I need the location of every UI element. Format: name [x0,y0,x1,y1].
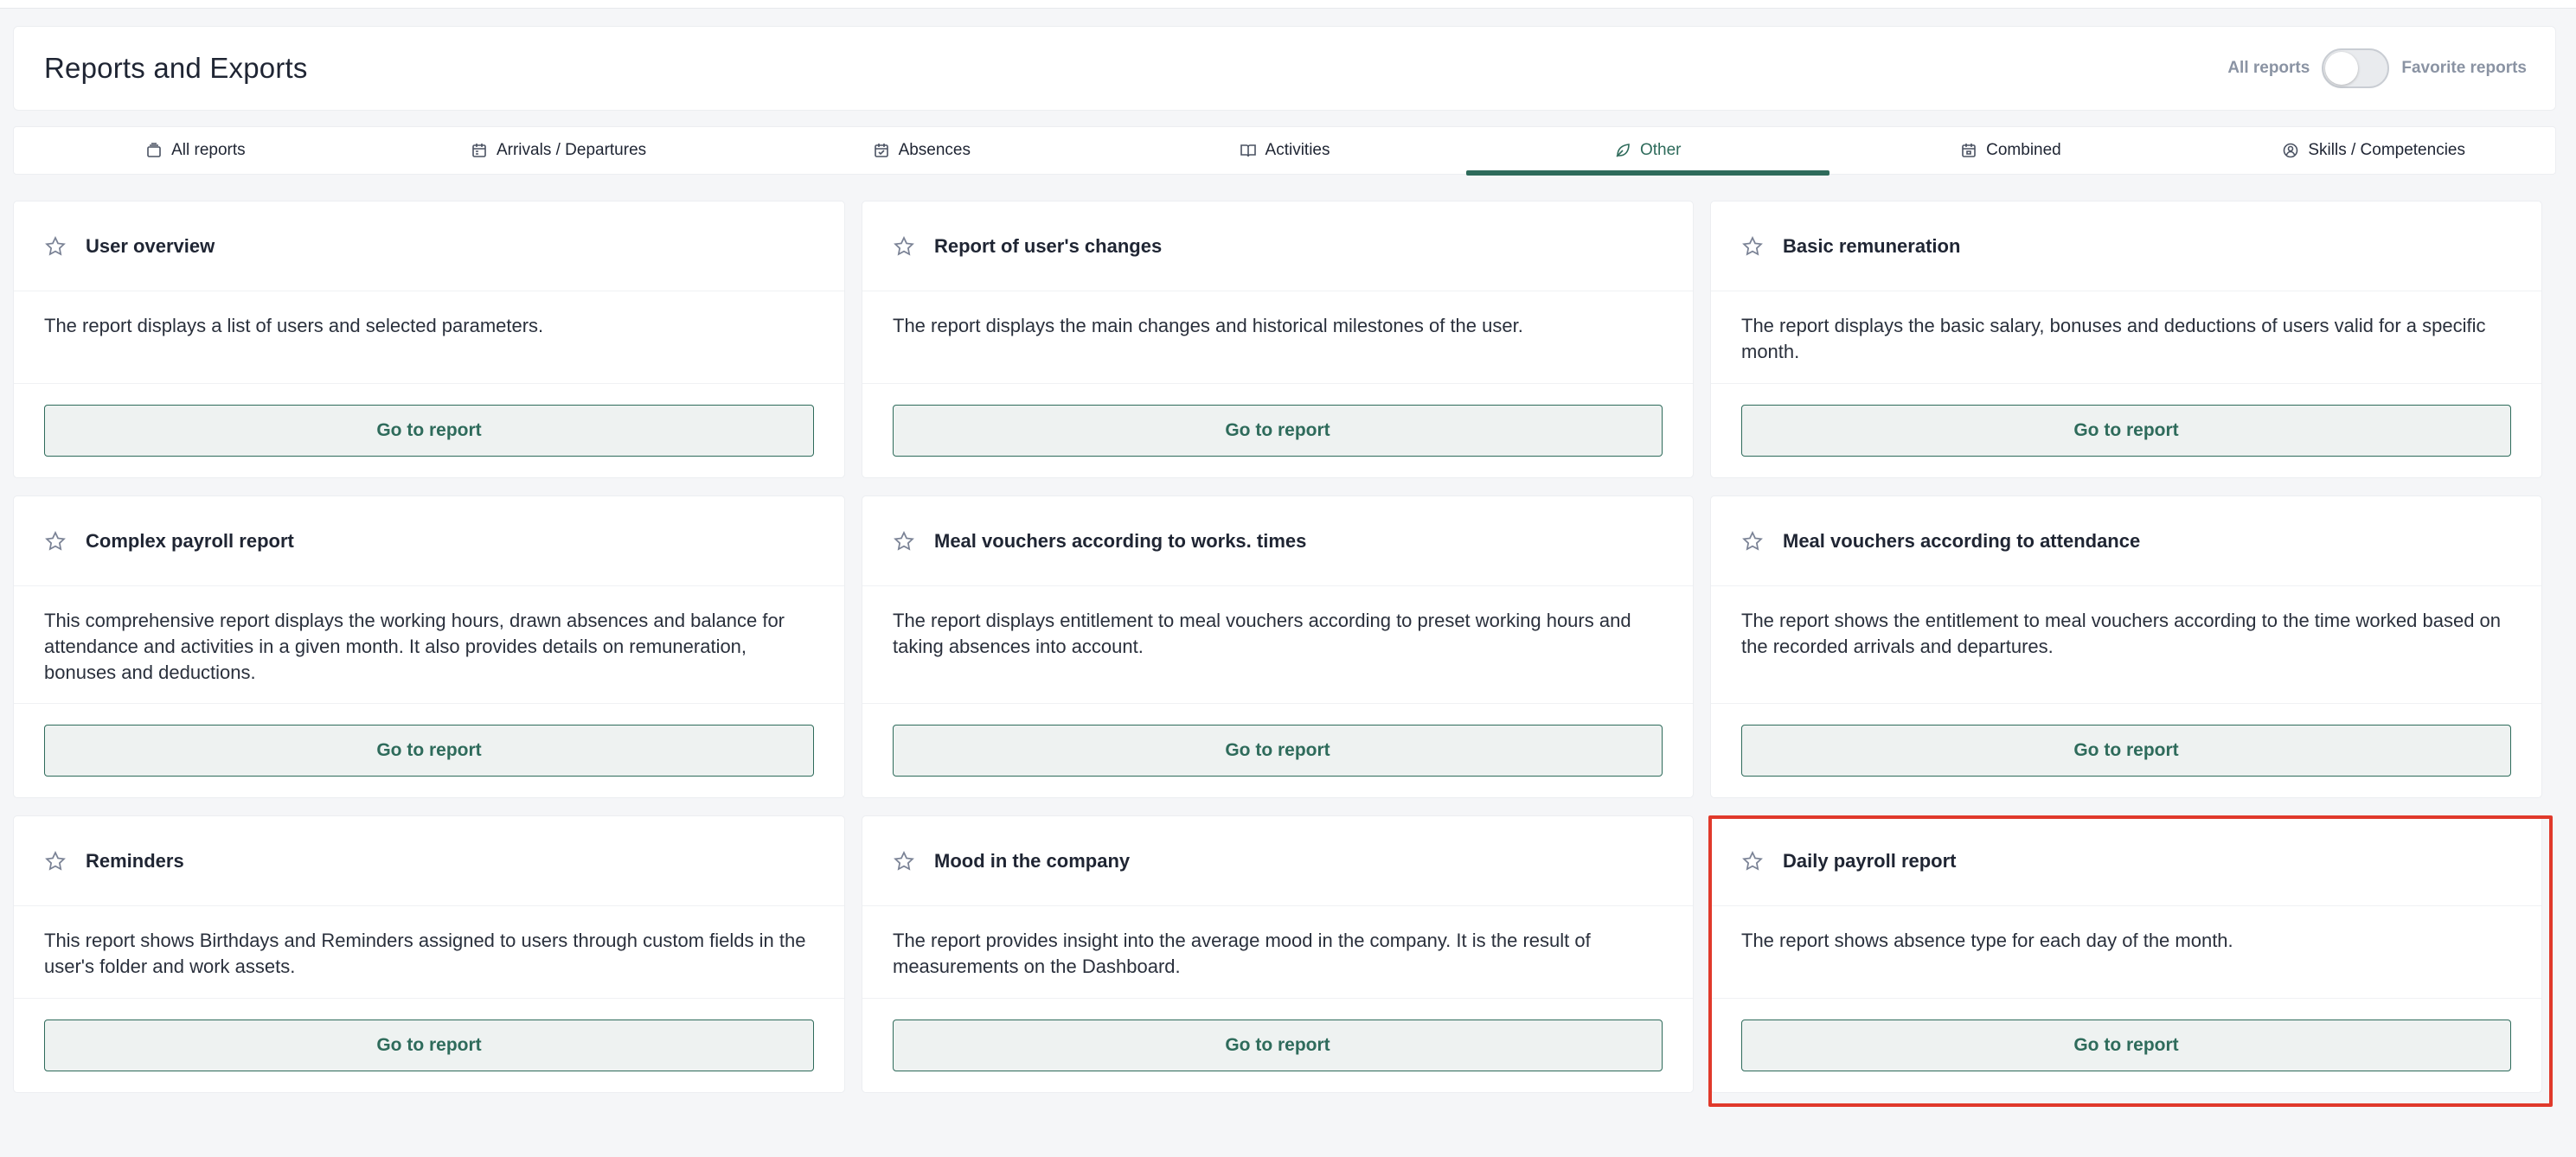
card-header: Report of user's changes [862,201,1693,291]
reports-stack-icon [147,143,161,157]
go-to-report-button[interactable]: Go to report [44,1020,814,1071]
card-description: The report displays the basic salary, bo… [1711,291,2541,384]
card-description: This comprehensive report displays the w… [14,586,844,704]
card-title: Daily payroll report [1783,849,1957,872]
card-description: The report displays a list of users and … [14,291,844,384]
report-card-basic-remuneration: Basic remuneration The report displays t… [1710,201,2542,478]
card-header: Complex payroll report [14,496,844,586]
report-card-meal-vouchers-work-times: Meal vouchers according to works. times … [862,495,1694,798]
tab-combined[interactable]: Combined [1829,127,2193,174]
go-to-report-button[interactable]: Go to report [44,405,814,457]
book-icon [1240,144,1256,157]
star-icon[interactable] [1741,530,1764,553]
card-footer: Go to report [14,999,844,1092]
star-icon[interactable] [893,235,915,258]
card-title: Meal vouchers according to works. times [934,529,1307,552]
card-footer: Go to report [862,999,1693,1092]
star-icon[interactable] [44,530,67,553]
card-footer: Go to report [14,384,844,477]
favorites-toggle-switch[interactable] [2322,48,2390,88]
star-icon[interactable] [893,530,915,553]
go-to-report-button[interactable]: Go to report [1741,405,2511,457]
card-footer: Go to report [14,704,844,797]
report-card-mood-in-company: Mood in the company The report provides … [862,815,1694,1093]
report-cards-grid: User overview The report displays a list… [13,201,2543,1093]
card-description: This report shows Birthdays and Reminder… [14,906,844,999]
card-title: Meal vouchers according to attendance [1783,529,2141,552]
calendar-check-icon [874,144,888,157]
go-to-report-button[interactable]: Go to report [1741,725,2511,777]
card-title: Complex payroll report [86,529,294,552]
tab-absences[interactable]: Absences [740,127,1103,174]
report-card-users-changes: Report of user's changes The report disp… [862,201,1694,478]
go-to-report-button[interactable]: Go to report [893,725,1663,777]
report-card-meal-vouchers-attendance: Meal vouchers according to attendance Th… [1710,495,2542,798]
go-to-report-button[interactable]: Go to report [893,1020,1663,1071]
tab-label: Other [1639,141,1682,159]
page-header: Reports and Exports All reports Favorite… [13,26,2556,111]
report-card-user-overview: User overview The report displays a list… [13,201,845,478]
tab-activities[interactable]: Activities [1103,127,1466,174]
toggle-knob [2325,52,2359,85]
tab-label: Arrivals / Departures [496,141,647,159]
tab-label: Activities [1265,141,1330,159]
card-header: Meal vouchers according to works. times [862,496,1693,586]
card-description: The report shows absence type for each d… [1711,906,2541,999]
page-title: Reports and Exports [44,52,308,84]
card-header: Basic remuneration [1711,201,2541,291]
go-to-report-button[interactable]: Go to report [1741,1020,2511,1071]
tab-label: All reports [171,141,246,159]
go-to-report-button[interactable]: Go to report [893,405,1663,457]
star-icon[interactable] [1741,850,1764,873]
card-description: The report displays entitlement to meal … [862,586,1693,704]
card-header: Reminders [14,816,844,906]
toggle-label-favorite-reports[interactable]: Favorite reports [2401,59,2527,78]
toggle-label-all-reports[interactable]: All reports [2227,59,2310,78]
tab-arrivals-departures[interactable]: Arrivals / Departures [377,127,740,174]
card-footer: Go to report [1711,999,2541,1092]
report-filter-toggle-group: All reports Favorite reports [2227,48,2527,88]
card-title: Report of user's changes [934,234,1163,257]
card-header: Daily payroll report [1711,816,2541,906]
go-to-report-button[interactable]: Go to report [44,725,814,777]
star-icon[interactable] [1741,235,1764,258]
star-icon[interactable] [44,235,67,258]
tab-other[interactable]: Other [1465,127,1829,176]
badge-icon [2284,143,2298,158]
tab-label: Skills / Competencies [2308,141,2465,159]
report-card-daily-payroll: Daily payroll report The report shows ab… [1710,815,2542,1093]
card-footer: Go to report [1711,704,2541,797]
card-title: User overview [86,234,215,257]
card-title: Reminders [86,849,184,872]
card-footer: Go to report [862,384,1693,477]
card-header: Meal vouchers according to attendance [1711,496,2541,586]
card-description: The report shows the entitlement to meal… [1711,586,2541,704]
leaf-icon [1616,144,1630,157]
card-header: User overview [14,201,844,291]
report-card-reminders: Reminders This report shows Birthdays an… [13,815,845,1093]
card-header: Mood in the company [862,816,1693,906]
star-icon[interactable] [44,850,67,873]
report-category-tabs: All reports Arrivals / Departures Absenc… [13,126,2556,176]
calendar-icon [472,144,486,157]
tab-all-reports[interactable]: All reports [14,127,377,174]
calendar-grid-icon [1962,144,1976,157]
card-description: The report displays the main changes and… [862,291,1693,384]
card-description: The report provides insight into the ave… [862,906,1693,999]
tab-skills-competencies[interactable]: Skills / Competencies [2192,127,2555,174]
card-footer: Go to report [1711,384,2541,477]
star-icon[interactable] [893,850,915,873]
card-footer: Go to report [862,704,1693,797]
report-card-complex-payroll: Complex payroll report This comprehensiv… [13,495,845,798]
tab-label: Absences [898,141,971,159]
top-strip [0,0,2576,9]
tab-label: Combined [1986,141,2061,159]
card-title: Basic remuneration [1783,234,1961,257]
card-title: Mood in the company [934,849,1131,872]
